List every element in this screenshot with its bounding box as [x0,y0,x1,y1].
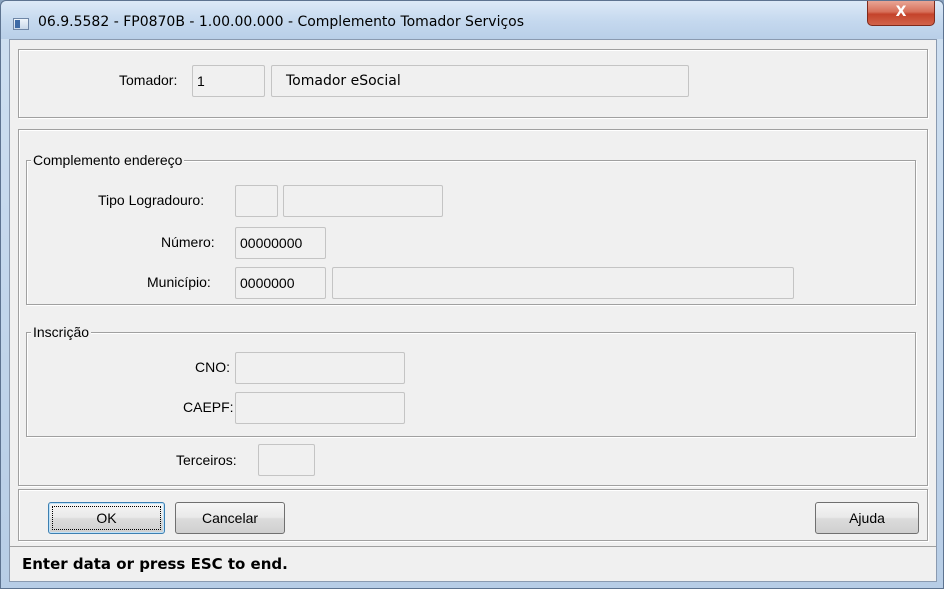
status-bar: Enter data or press ESC to end. [10,546,936,581]
close-button[interactable]: X [867,1,935,26]
tipo-logradouro-code-field[interactable] [235,185,278,217]
title-bar[interactable]: 06.9.5582 - FP0870B - 1.00.00.000 - Comp… [1,1,943,39]
focus-rectangle [52,506,161,530]
dialog-window: 06.9.5582 - FP0870B - 1.00.00.000 - Comp… [0,0,944,589]
inscricao-group: Inscrição CNO: CAEPF: [26,323,916,437]
tipo-logradouro-label: Tipo Logradouro: [98,192,205,208]
ok-button[interactable]: OK [48,502,165,534]
caepf-label: CAEPF: [183,399,234,415]
inscricao-legend: Inscrição [31,323,92,341]
tomador-code-field[interactable]: 1 [192,65,265,97]
numero-label: Número: [161,234,215,250]
app-window-icon [13,18,29,30]
municipio-code-field[interactable]: 0000000 [235,267,326,299]
main-panel: Complemento endereço Tipo Logradouro: Nú… [18,129,928,486]
window-title: 06.9.5582 - FP0870B - 1.00.00.000 - Comp… [38,14,525,30]
endereco-legend: Complemento endereço [31,151,185,169]
tomador-label: Tomador: [119,72,178,88]
municipio-name-field [332,267,794,299]
terceiros-label: Terceiros: [176,452,237,468]
cancel-button[interactable]: Cancelar [175,502,285,534]
caepf-field[interactable] [235,392,405,424]
municipio-label: Município: [147,274,211,290]
tomador-name-field: Tomador eSocial [271,65,689,97]
terceiros-field[interactable] [258,444,315,476]
buttons-panel: OK Cancelar Ajuda [18,489,928,541]
endereco-group: Complemento endereço Tipo Logradouro: Nú… [26,151,916,305]
tipo-logradouro-desc-field [283,185,443,217]
cno-label: CNO: [195,359,230,375]
help-button[interactable]: Ajuda [815,502,919,534]
cno-field[interactable] [235,352,405,384]
tomador-panel: Tomador: 1 Tomador eSocial [18,49,928,118]
dialog-client-area: Tomador: 1 Tomador eSocial Complemento e… [9,39,937,582]
numero-field[interactable]: 00000000 [235,227,326,259]
